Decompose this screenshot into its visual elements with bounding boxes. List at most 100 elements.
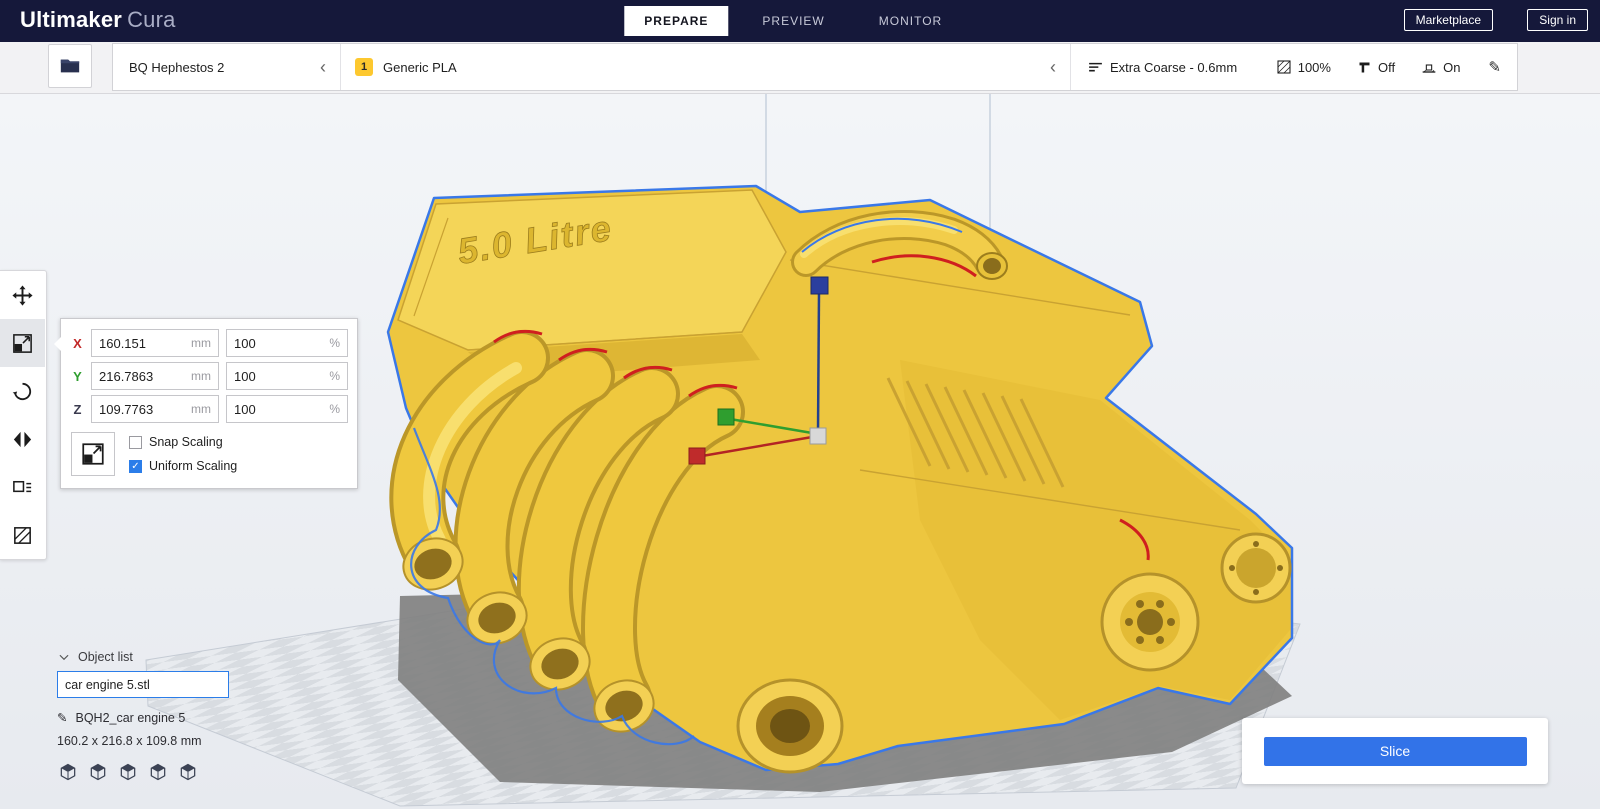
profile-name: Extra Coarse - 0.6mm [1110, 59, 1238, 75]
model-action-button[interactable] [147, 761, 169, 783]
infill-group: 100% [1276, 59, 1331, 75]
scale-z-percent-value: 100 [234, 401, 256, 417]
slice-button[interactable]: Slice [1263, 736, 1527, 766]
scale-y-percent-input[interactable]: 100 % [226, 362, 348, 390]
edit-job-name-icon: ✎ [57, 711, 68, 725]
rotate-icon [11, 380, 34, 403]
support-group: Off [1357, 60, 1395, 75]
scale-icon [80, 441, 106, 467]
scale-row-y: Y 216.7863 mm 100 % [71, 362, 348, 390]
adhesion-icon [1421, 59, 1437, 75]
scale-reset-button[interactable] [71, 432, 115, 476]
scale-handle-x[interactable] [688, 447, 706, 465]
mirror-icon [11, 428, 34, 451]
gizmo-z-axis [816, 291, 821, 433]
scale-y-mm-value: 216.7863 [99, 368, 154, 384]
infill-value: 100% [1297, 59, 1331, 75]
scale-z-percent-input[interactable]: 100 % [226, 395, 348, 423]
configuration-card: BQ Hephestos 2 ‹ 1 Generic PLA ‹ Extra C… [112, 43, 1518, 91]
front-horn [736, 678, 844, 774]
mirror-tool-button[interactable] [0, 415, 45, 463]
mm-unit-label: mm [191, 402, 211, 416]
scale-x-percent-input[interactable]: 100 % [226, 329, 348, 357]
scale-x-mm-value: 160.151 [99, 335, 146, 351]
move-icon [11, 284, 34, 307]
tab-monitor[interactable]: MONITOR [859, 6, 962, 36]
chevron-left-icon: ‹ [1050, 57, 1056, 77]
object-list-toggle[interactable]: Object list [57, 650, 229, 664]
open-file-button[interactable] [48, 44, 92, 88]
extruder-badge: 1 [355, 58, 373, 76]
object-list-panel: Object list ✎ BQH2_car engine 5 160.2 x … [57, 650, 229, 783]
scale-z-mm-input[interactable]: 109.7763 mm [91, 395, 219, 423]
configuration-toolbar: BQ Hephestos 2 ‹ 1 Generic PLA ‹ Extra C… [0, 42, 1600, 94]
profile-group: Extra Coarse - 0.6mm [1087, 59, 1237, 76]
material-name: Generic PLA [383, 59, 457, 75]
support-blocker-button[interactable] [0, 511, 45, 559]
percent-unit-label: % [329, 336, 340, 350]
printer-name: BQ Hephestos 2 [129, 59, 225, 75]
snap-scaling-checkbox[interactable]: Snap Scaling [129, 435, 347, 449]
model-action-button[interactable] [177, 761, 199, 783]
brand-secondary: Cura [127, 7, 176, 32]
cube-icon [88, 762, 108, 782]
cube-icon [148, 762, 168, 782]
object-list-title: Object list [78, 650, 133, 664]
adhesion-group: On [1421, 59, 1460, 75]
snap-scaling-label: Snap Scaling [149, 435, 223, 449]
support-icon [1357, 60, 1372, 75]
chevron-left-icon: ‹ [320, 57, 326, 77]
tab-preview[interactable]: PREVIEW [742, 6, 844, 36]
cube-icon [58, 762, 78, 782]
checkbox-unchecked [129, 435, 142, 449]
tab-prepare[interactable]: PREPARE [624, 6, 729, 36]
job-name-row[interactable]: ✎ BQH2_car engine 5 [57, 710, 229, 726]
model-action-row [57, 761, 229, 783]
edit-settings-icon[interactable]: ✎ [1488, 58, 1501, 76]
rotate-tool-button[interactable] [0, 367, 45, 415]
scale-row-x: X 160.151 mm 100 % [71, 329, 348, 357]
support-value: Off [1377, 59, 1396, 75]
scale-tool-button[interactable] [0, 319, 45, 367]
job-name: BQH2_car engine 5 [75, 710, 186, 725]
scale-handle-z[interactable] [810, 276, 829, 295]
axis-y-label: Y [73, 368, 82, 384]
model-action-button[interactable] [117, 761, 139, 783]
stage-tabs: PREPARE PREVIEW MONITOR [624, 0, 962, 42]
object-name-input[interactable] [57, 671, 229, 698]
brand-primary: Ultimaker [20, 7, 123, 32]
cube-icon [178, 762, 198, 782]
per-model-settings-button[interactable] [0, 463, 45, 511]
cube-icon [118, 762, 138, 782]
uniform-scaling-checkbox[interactable]: ✓ Uniform Scaling [129, 459, 347, 473]
uniform-scaling-label: Uniform Scaling [149, 459, 238, 473]
scale-row-z: Z 109.7763 mm 100 % [71, 395, 348, 423]
infill-icon [1276, 59, 1292, 75]
model-action-button[interactable] [57, 761, 79, 783]
print-settings-selector[interactable]: Extra Coarse - 0.6mm 100% Off On ✎ [1071, 44, 1517, 90]
signin-button[interactable]: Sign in [1527, 9, 1588, 31]
move-tool-button[interactable] [0, 271, 45, 319]
app-logo: Ultimaker Cura [20, 7, 176, 33]
top-bar: Ultimaker Cura PREPARE PREVIEW MONITOR Ma… [0, 0, 1600, 42]
support-blocker-icon [11, 524, 34, 547]
adhesion-value: On [1443, 59, 1461, 75]
folder-icon [59, 55, 81, 77]
mm-unit-label: mm [191, 369, 211, 383]
material-selector[interactable]: 1 Generic PLA ‹ [341, 44, 1071, 90]
scale-tool-panel: X 160.151 mm 100 % Y 216.7863 mm 100 % Z… [54, 318, 358, 489]
printer-selector[interactable]: BQ Hephestos 2 ‹ [113, 44, 341, 90]
scale-y-mm-input[interactable]: 216.7863 mm [91, 362, 219, 390]
model-action-button[interactable] [87, 761, 109, 783]
scale-handle-y[interactable] [717, 408, 735, 426]
per-model-settings-icon [11, 476, 34, 499]
mm-unit-label: mm [191, 336, 211, 350]
marketplace-button[interactable]: Marketplace [1403, 9, 1493, 31]
scale-x-mm-input[interactable]: 160.151 mm [91, 329, 219, 357]
chevron-down-icon [57, 650, 71, 664]
scale-x-percent-value: 100 [234, 335, 256, 351]
slice-action-panel: Slice [1242, 718, 1548, 784]
tool-rail [0, 270, 47, 560]
scale-y-percent-value: 100 [234, 368, 256, 384]
scale-handle-center[interactable] [809, 427, 827, 445]
